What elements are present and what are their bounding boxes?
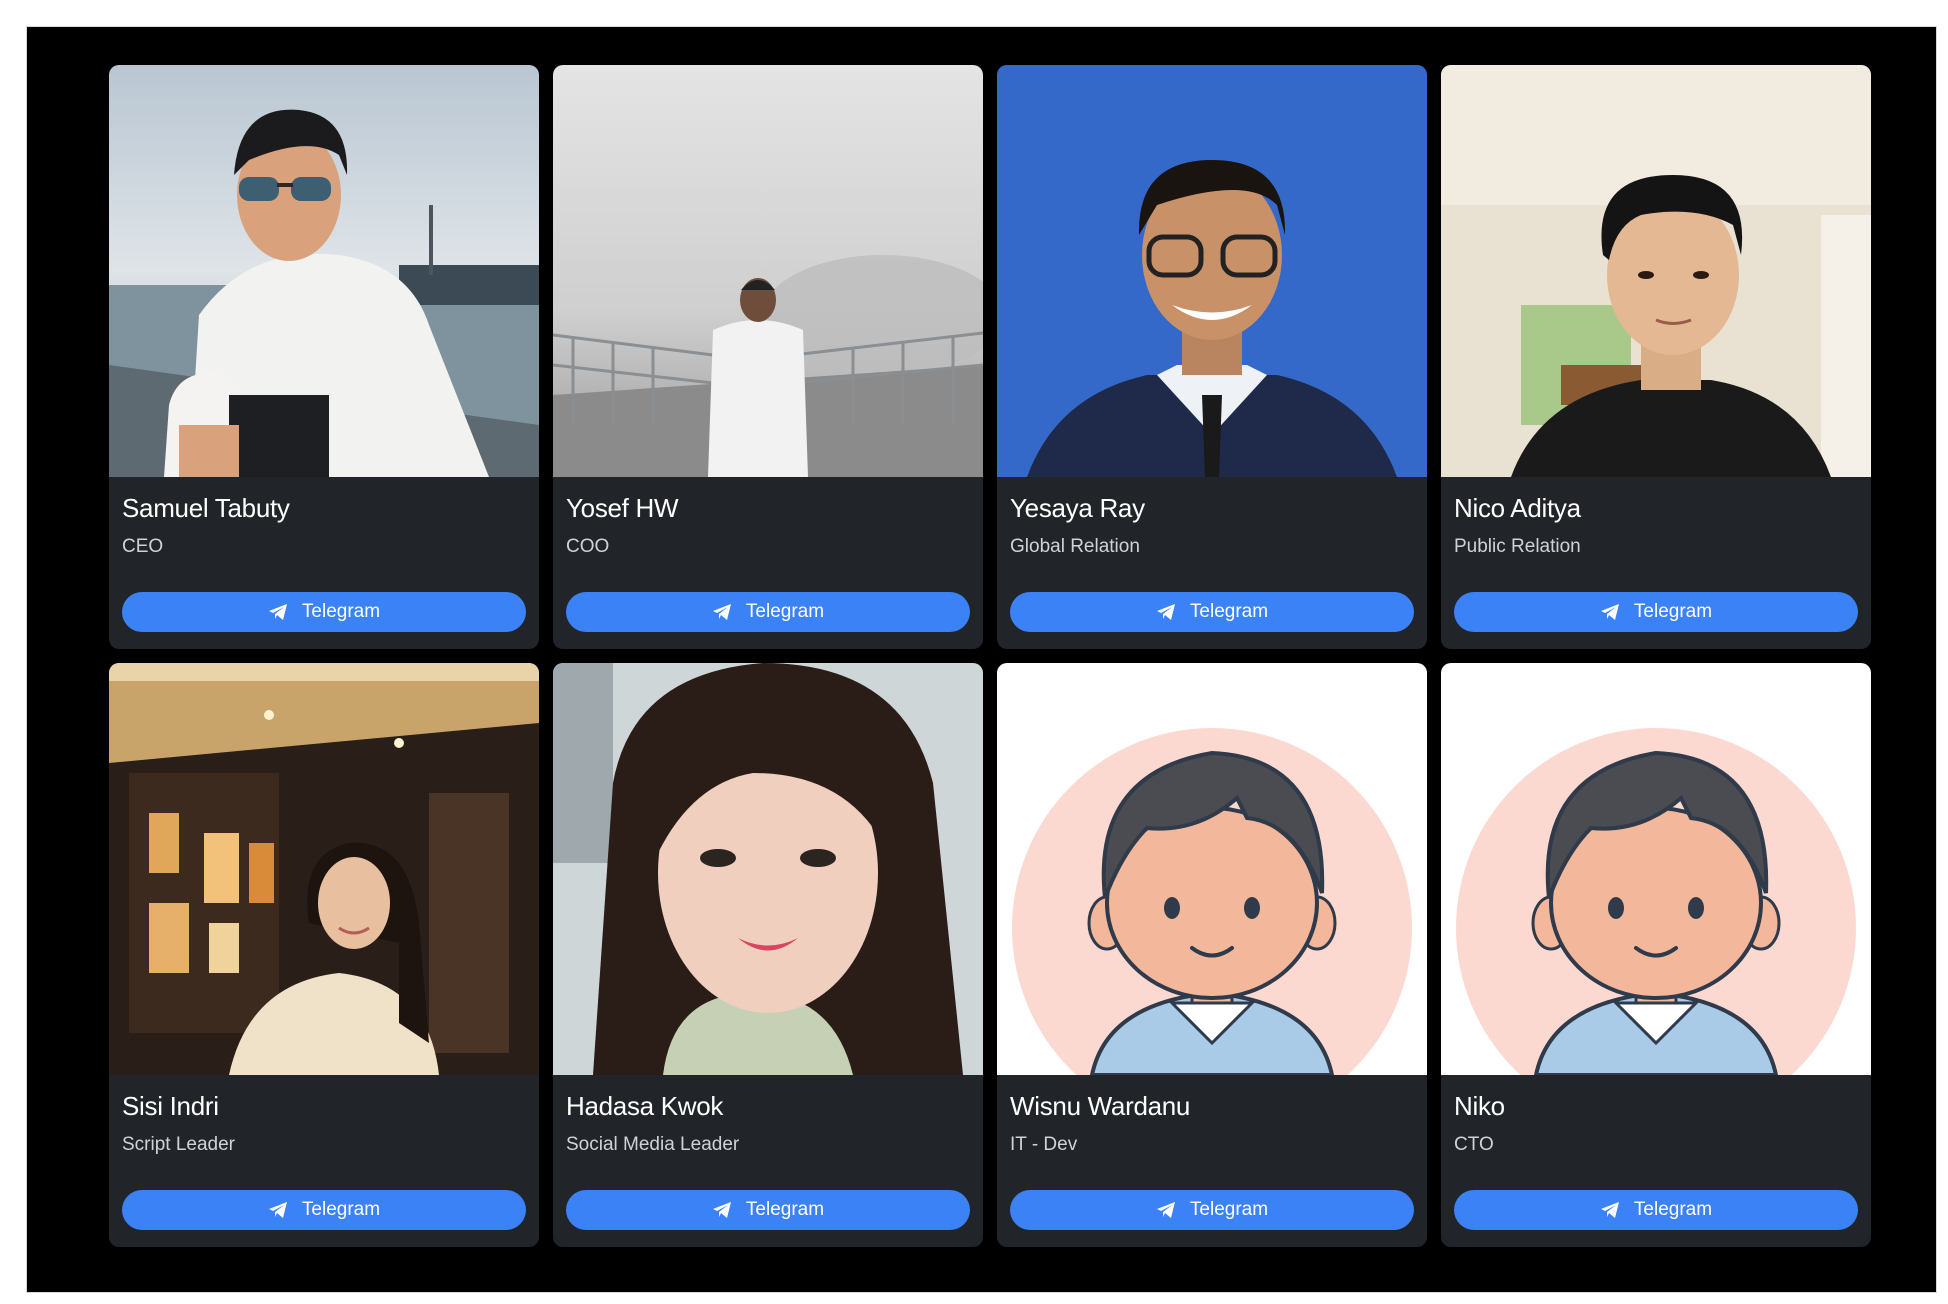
member-name: Hadasa Kwok: [566, 1091, 724, 1121]
telegram-button-label: Telegram: [1633, 601, 1713, 622]
member-info: Samuel Tabuty CEO Telegram: [109, 477, 539, 649]
member-photo: [997, 663, 1427, 1075]
member-photo: [997, 65, 1427, 477]
team-card: Yesaya Ray Global Relation Telegram: [997, 65, 1427, 649]
member-name: Wisnu Wardanu: [1010, 1091, 1191, 1121]
member-info: Yosef HW COO Telegram: [553, 477, 983, 649]
member-info: Hadasa Kwok Social Media Leader Telegram: [553, 1075, 983, 1247]
team-card: Samuel Tabuty CEO Telegram: [109, 65, 539, 649]
member-role: Social Media Leader: [566, 1134, 740, 1155]
telegram-button[interactable]: Telegram: [122, 592, 526, 632]
telegram-button[interactable]: Telegram: [1010, 592, 1414, 632]
member-role: IT - Dev: [1010, 1134, 1078, 1155]
team-card: Wisnu Wardanu IT - Dev Telegram: [997, 663, 1427, 1247]
member-info: Yesaya Ray Global Relation Telegram: [997, 477, 1427, 649]
telegram-button-label: Telegram: [301, 601, 381, 622]
team-card: Hadasa Kwok Social Media Leader Telegram: [553, 663, 983, 1247]
member-info: Wisnu Wardanu IT - Dev Telegram: [997, 1075, 1427, 1247]
telegram-button-label: Telegram: [1633, 1199, 1713, 1220]
telegram-button-label: Telegram: [1189, 1199, 1269, 1220]
member-info: Niko CTO Telegram: [1441, 1075, 1871, 1247]
telegram-button[interactable]: Telegram: [566, 592, 970, 632]
member-role: Global Relation: [1010, 536, 1140, 557]
member-name: Sisi Indri: [122, 1091, 219, 1121]
member-name: Niko: [1454, 1091, 1505, 1121]
member-photo: [109, 65, 539, 477]
telegram-button-label: Telegram: [745, 601, 825, 622]
telegram-send-icon: [1156, 603, 1176, 621]
telegram-button-label: Telegram: [1189, 601, 1269, 622]
team-card: Sisi Indri Script Leader Telegram: [109, 663, 539, 1247]
telegram-button[interactable]: Telegram: [566, 1190, 970, 1230]
member-role: Public Relation: [1454, 536, 1581, 557]
telegram-send-icon: [268, 1201, 288, 1219]
member-photo: [553, 65, 983, 477]
member-info: Nico Aditya Public Relation Telegram: [1441, 477, 1871, 649]
team-section: Samuel Tabuty CEO Telegram Yosef HW COO …: [26, 26, 1937, 1293]
telegram-button[interactable]: Telegram: [1010, 1190, 1414, 1230]
team-card: Yosef HW COO Telegram: [553, 65, 983, 649]
telegram-button[interactable]: Telegram: [1454, 592, 1858, 632]
telegram-send-icon: [1600, 603, 1620, 621]
team-card: Niko CTO Telegram: [1441, 663, 1871, 1247]
member-name: Nico Aditya: [1454, 493, 1581, 523]
member-role: CTO: [1454, 1134, 1494, 1155]
team-card: Nico Aditya Public Relation Telegram: [1441, 65, 1871, 649]
member-photo: [109, 663, 539, 1075]
member-photo: [1441, 663, 1871, 1075]
telegram-send-icon: [1156, 1201, 1176, 1219]
member-role: COO: [566, 536, 610, 557]
telegram-send-icon: [268, 603, 288, 621]
member-name: Yesaya Ray: [1010, 493, 1145, 523]
telegram-button[interactable]: Telegram: [122, 1190, 526, 1230]
telegram-button-label: Telegram: [301, 1199, 381, 1220]
member-photo: [553, 663, 983, 1075]
telegram-send-icon: [712, 603, 732, 621]
member-role: CEO: [122, 536, 164, 557]
telegram-send-icon: [1600, 1201, 1620, 1219]
member-role: Script Leader: [122, 1134, 236, 1155]
team-grid: Samuel Tabuty CEO Telegram Yosef HW COO …: [109, 65, 1872, 1247]
telegram-button-label: Telegram: [745, 1199, 825, 1220]
member-name: Yosef HW: [566, 493, 679, 523]
member-photo: [1441, 65, 1871, 477]
telegram-button[interactable]: Telegram: [1454, 1190, 1858, 1230]
member-info: Sisi Indri Script Leader Telegram: [109, 1075, 539, 1247]
telegram-send-icon: [712, 1201, 732, 1219]
member-name: Samuel Tabuty: [122, 493, 290, 523]
